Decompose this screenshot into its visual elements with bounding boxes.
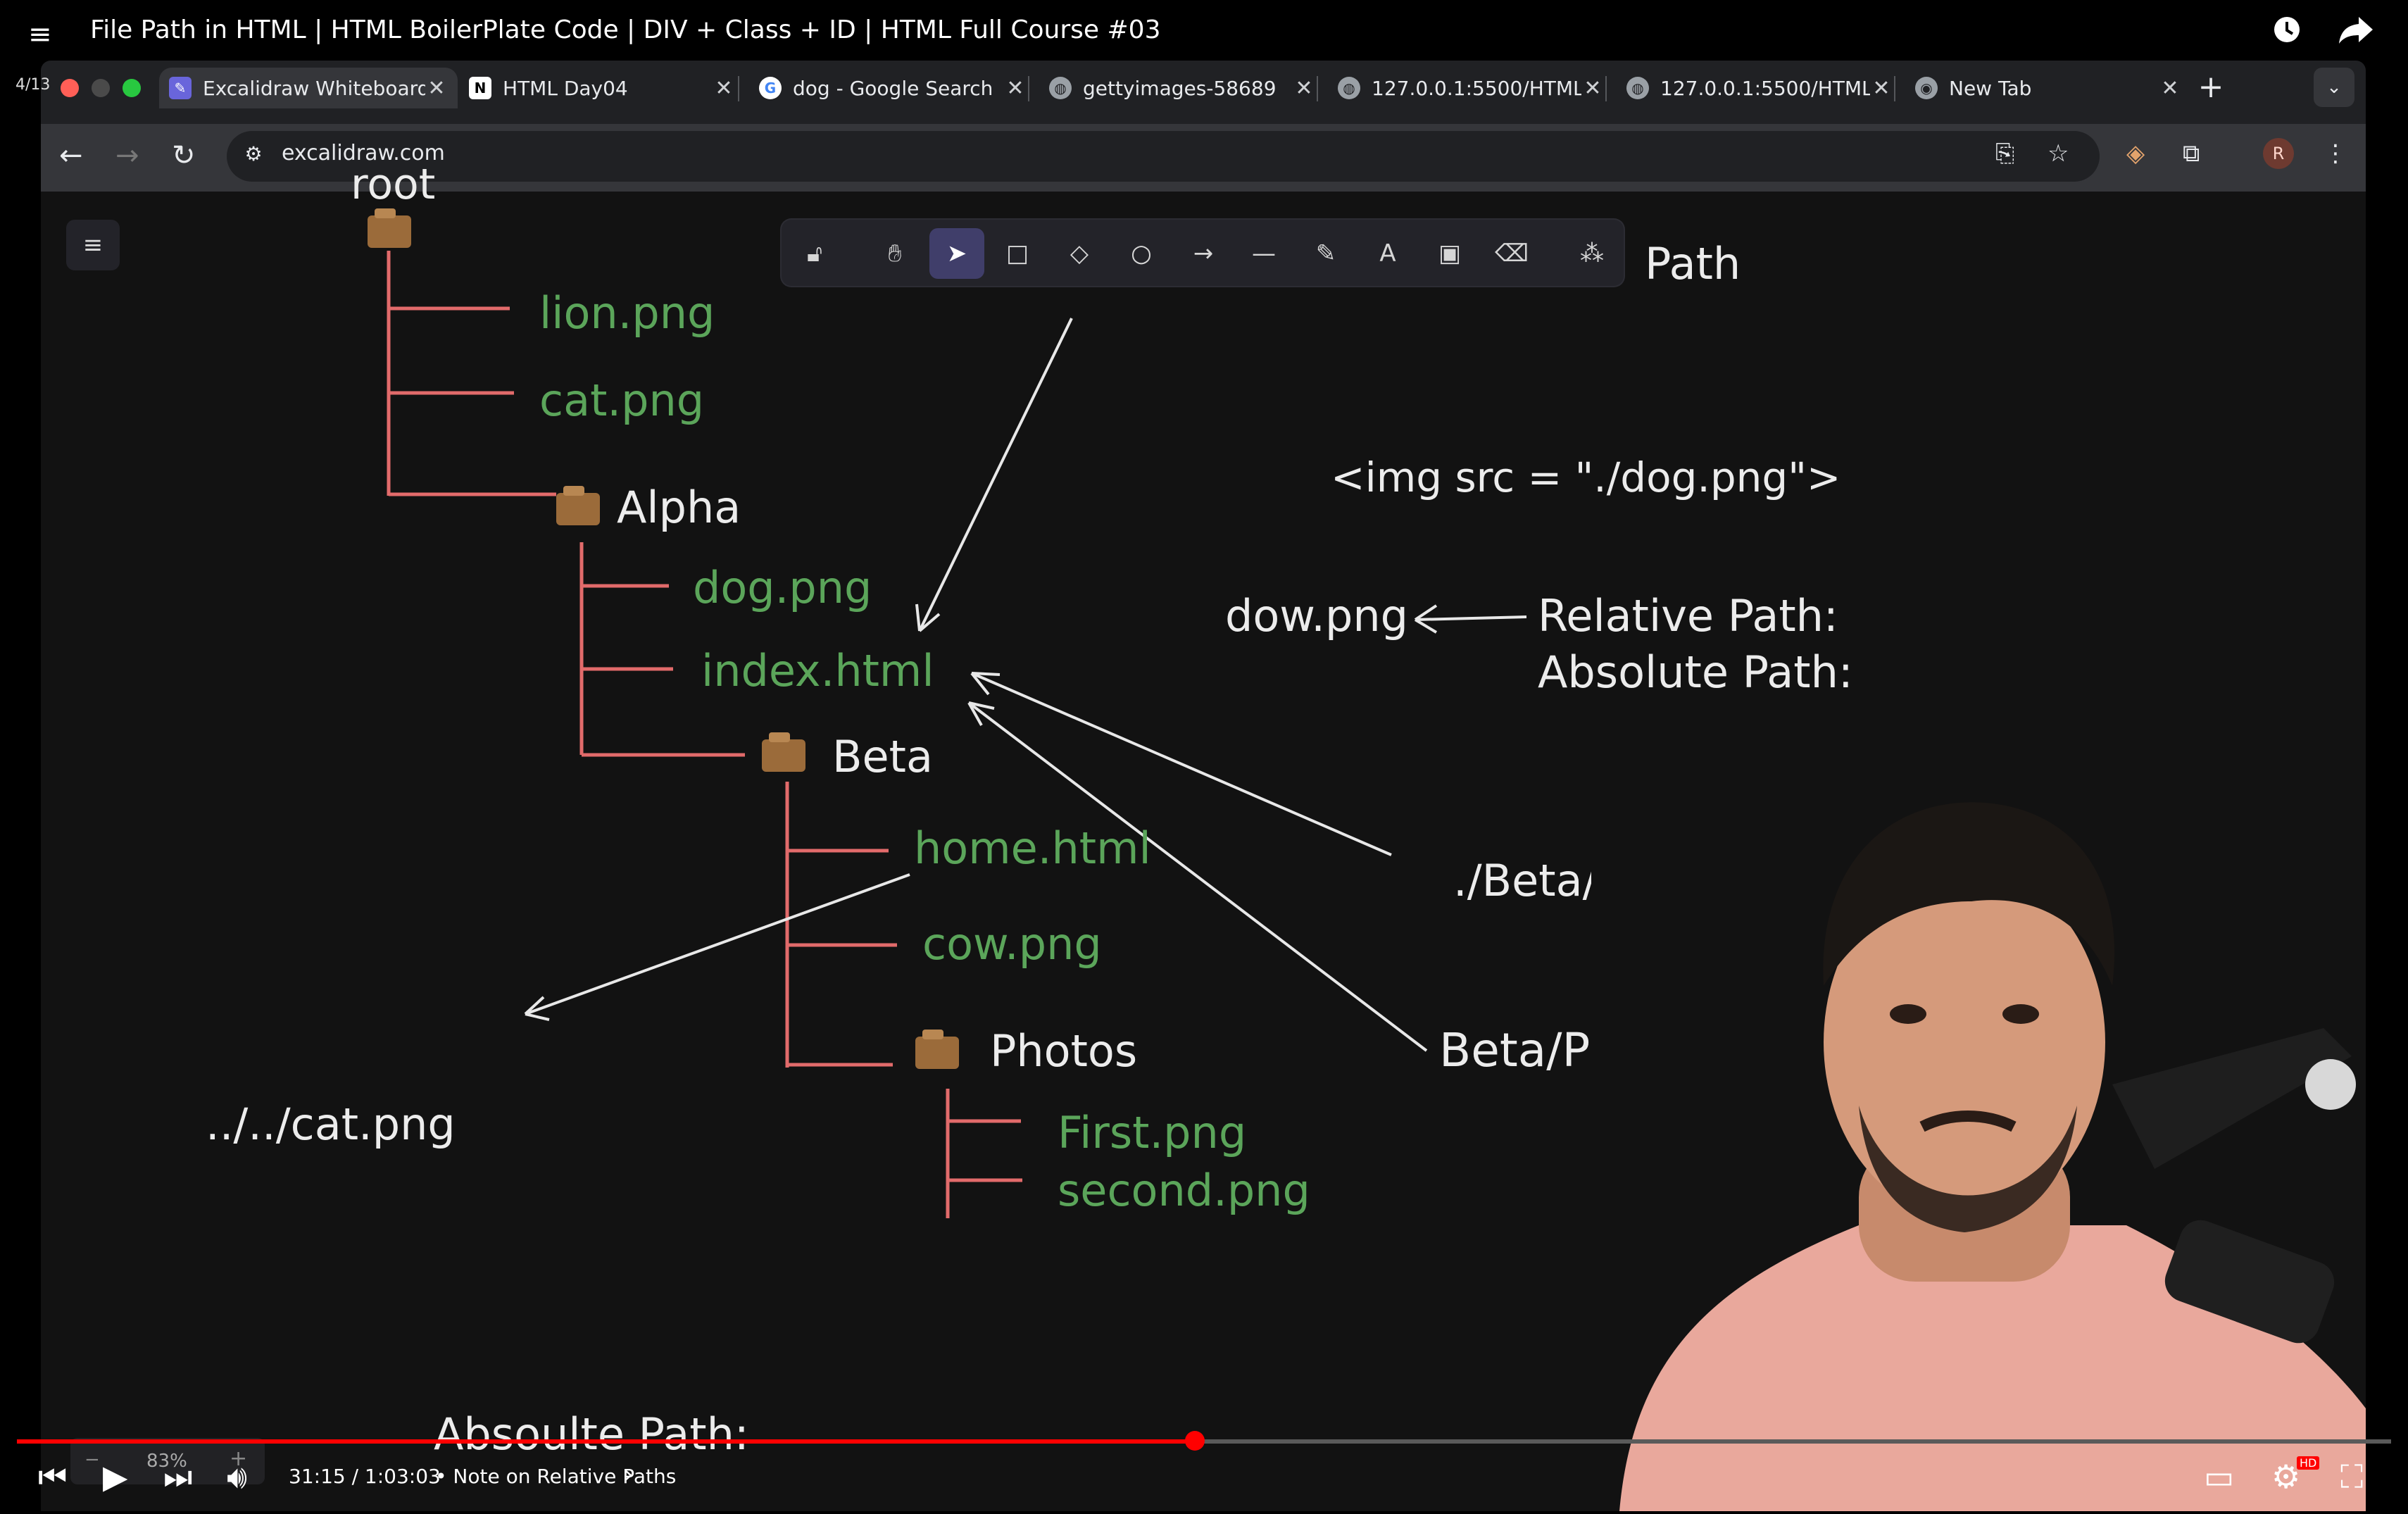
note-dow-png: dow.png bbox=[1225, 590, 1408, 642]
note-relative-path: Relative Path: bbox=[1538, 590, 1838, 642]
folder-photos: Photos bbox=[990, 1025, 1137, 1077]
note-img-src: <img src = "./dog.png"> bbox=[1331, 453, 1841, 501]
file-cow: cow.png bbox=[922, 918, 1102, 970]
exit-fullscreen-icon[interactable]: ⛶ bbox=[2340, 1458, 2363, 1497]
root-folder-label: root bbox=[351, 160, 435, 209]
note-path: Path bbox=[1645, 238, 1741, 289]
folder-icon bbox=[556, 486, 600, 525]
subtitles-icon[interactable]: ▭ bbox=[2204, 1458, 2234, 1496]
file-first: First.png bbox=[1058, 1107, 1246, 1158]
previous-video-icon[interactable]: ⏮ bbox=[38, 1458, 67, 1497]
folder-icon bbox=[915, 1030, 959, 1069]
file-lion: lion.png bbox=[539, 287, 715, 339]
file-dog: dog.png bbox=[693, 562, 872, 613]
progress-fill bbox=[17, 1439, 1195, 1444]
progress-scrubber[interactable] bbox=[1184, 1431, 1205, 1451]
video-time: 31:15 / 1:03:03 bbox=[289, 1465, 441, 1488]
zoom-out-icon[interactable]: − bbox=[84, 1449, 100, 1470]
note-absolute-bottom: Absoulte Path: bbox=[434, 1408, 749, 1460]
note-cat-up: ../../cat.png bbox=[206, 1099, 456, 1150]
chapter-title[interactable]: • Note on Relative Paths bbox=[435, 1465, 676, 1488]
play-icon[interactable]: ▶ bbox=[103, 1458, 127, 1496]
folder-beta: Beta bbox=[832, 731, 933, 782]
file-index: index.html bbox=[701, 645, 934, 696]
folder-icon bbox=[762, 732, 805, 772]
hd-badge: HD bbox=[2297, 1456, 2320, 1470]
chevron-right-icon[interactable]: › bbox=[624, 1460, 634, 1489]
next-video-icon[interactable]: ⏭ bbox=[163, 1458, 192, 1497]
file-home: home.html bbox=[914, 822, 1151, 874]
file-cat: cat.png bbox=[539, 375, 704, 426]
volume-icon[interactable]: 🔊︎ bbox=[227, 1458, 247, 1497]
file-second: second.png bbox=[1058, 1165, 1310, 1216]
folder-icon bbox=[368, 208, 411, 248]
presenter-webcam bbox=[1591, 775, 2366, 1511]
note-absolute-path: Absolute Path: bbox=[1538, 646, 1853, 698]
folder-alpha: Alpha bbox=[617, 482, 741, 533]
